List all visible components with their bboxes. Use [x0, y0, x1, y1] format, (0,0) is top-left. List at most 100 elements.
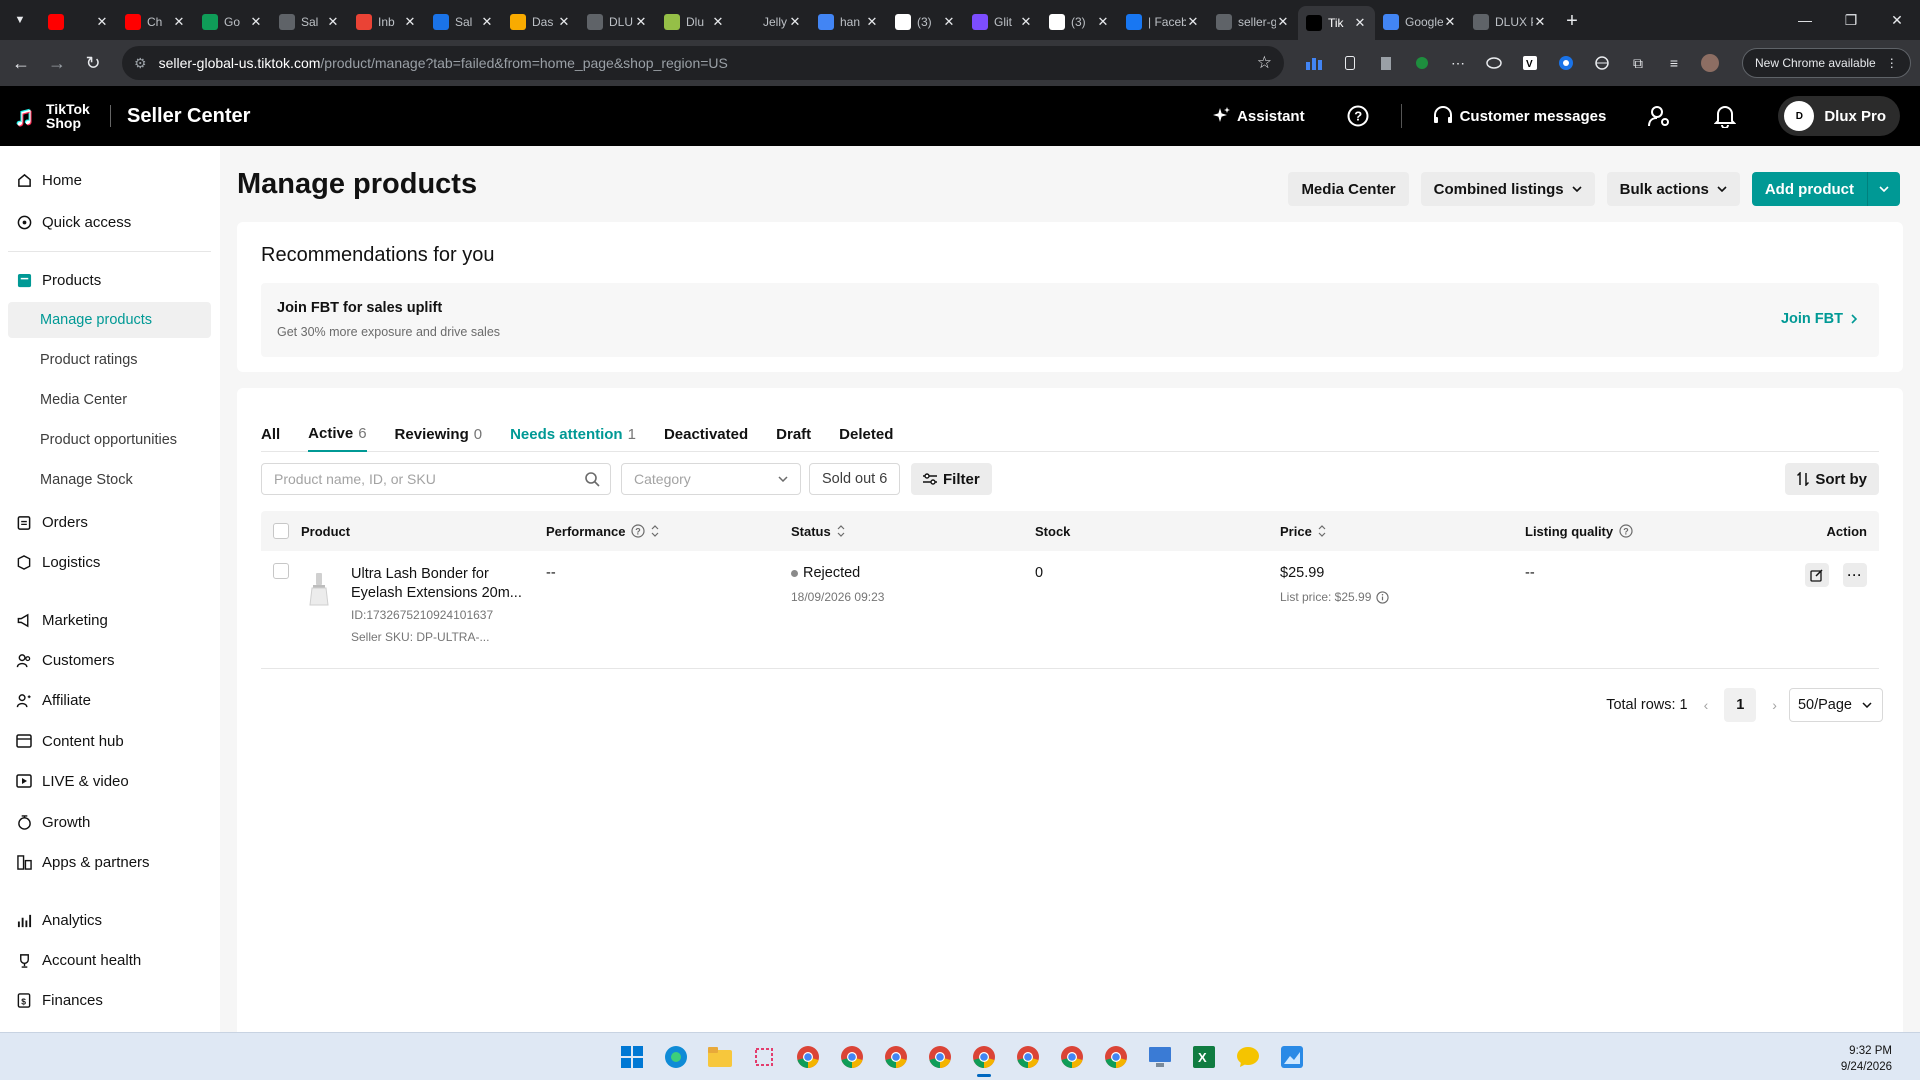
customer-messages-button[interactable]: Customer messages — [1412, 105, 1627, 127]
page-size-select[interactable]: 50/Page — [1788, 688, 1883, 722]
taskbar-chrome-active-icon[interactable] — [968, 1041, 1000, 1077]
tab-active[interactable]: Active 6 — [308, 413, 367, 452]
sidebar-item-live-video[interactable]: LIVE & video — [8, 763, 211, 799]
page-number-button[interactable]: 1 — [1724, 688, 1757, 722]
user-management-button[interactable] — [1641, 104, 1677, 128]
sidebar-item-growth[interactable]: Growth — [8, 804, 211, 840]
sidebar-item-account-health[interactable]: Account health — [8, 942, 211, 978]
extension-leaf-icon[interactable] — [1404, 48, 1440, 78]
close-tab-icon[interactable]: ✕ — [249, 14, 263, 30]
site-info-icon[interactable]: ⚙ — [134, 55, 147, 72]
select-all-checkbox[interactable] — [273, 523, 289, 539]
bulk-actions-button[interactable]: Bulk actions — [1606, 172, 1740, 206]
browser-tab[interactable]: | Facebo✕ — [1118, 6, 1208, 38]
tab-search-button[interactable]: ▼ — [0, 0, 40, 40]
taskbar-snipping-tool-icon[interactable] — [748, 1041, 780, 1073]
close-tab-icon[interactable]: ✕ — [557, 14, 571, 30]
sidebar-item-content-hub[interactable]: Content hub — [8, 723, 211, 759]
media-center-button[interactable]: Media Center — [1288, 172, 1409, 206]
info-circle-icon[interactable]: ? — [631, 524, 646, 538]
info-circle-icon[interactable]: ? — [1619, 524, 1633, 538]
extension-file-icon[interactable] — [1368, 48, 1404, 78]
tab-needs-attention[interactable]: Needs attention 1 — [510, 413, 636, 452]
add-product-button[interactable]: Add product — [1751, 172, 1867, 206]
taskbar-chrome-profile-3-icon[interactable] — [880, 1041, 912, 1073]
browser-tab[interactable]: Go ✕ — [194, 6, 271, 38]
tab-deactivated[interactable]: Deactivated — [664, 413, 748, 452]
sidebar-item-manage-products[interactable]: Manage products — [8, 302, 211, 338]
taskbar-excel-icon[interactable]: X — [1188, 1041, 1220, 1073]
search-icon[interactable] — [584, 471, 600, 487]
table-row[interactable]: Ultra Lash Bonder for Eyelash Extensions… — [261, 551, 1879, 669]
sold-out-filter-chip[interactable]: Sold out 6 — [809, 463, 901, 495]
notifications-button[interactable] — [1707, 104, 1743, 128]
sidebar-item-orders[interactable]: Orders — [8, 504, 211, 540]
join-fbt-link[interactable]: Join FBT — [1781, 311, 1857, 327]
sidebar-item-analytics[interactable]: Analytics — [8, 902, 211, 938]
sidebar-item-logistics[interactable]: Logistics — [8, 544, 211, 580]
forward-button[interactable]: → — [42, 48, 72, 78]
more-actions-button[interactable]: ··· — [1843, 563, 1867, 587]
tab-draft[interactable]: Draft — [776, 413, 811, 452]
sidebar-item-products[interactable]: Products — [8, 262, 211, 298]
browser-tab[interactable]: Glit ✕ — [964, 6, 1041, 38]
close-tab-icon[interactable]: ✕ — [1533, 14, 1547, 30]
next-page-button[interactable]: › — [1772, 697, 1777, 713]
sidebar-item-marketing[interactable]: Marketing — [8, 602, 211, 638]
combined-listings-button[interactable]: Combined listings — [1420, 172, 1595, 206]
taskbar-chrome-profile-1-icon[interactable] — [792, 1041, 824, 1073]
sidebar-item-quick-access[interactable]: Quick access — [8, 204, 211, 240]
taskbar-chrome-profile-4-icon[interactable] — [924, 1041, 956, 1073]
browser-tab[interactable]: ✕ — [40, 6, 117, 38]
close-tab-icon[interactable]: ✕ — [480, 14, 494, 30]
column-price[interactable]: Price — [1280, 511, 1326, 551]
account-menu-button[interactable]: D Dlux Pro — [1778, 96, 1900, 136]
sort-by-button[interactable]: Sort by — [1785, 463, 1879, 495]
restore-button[interactable]: ❐ — [1828, 0, 1874, 40]
bookmark-star-icon[interactable]: ☆ — [1257, 53, 1272, 73]
new-tab-button[interactable]: + — [1555, 10, 1589, 33]
product-name[interactable]: Ultra Lash Bonder for Eyelash Extensions… — [351, 565, 541, 603]
taskbar-remote-desktop-icon[interactable] — [1144, 1041, 1176, 1073]
close-tab-icon[interactable]: ✕ — [403, 14, 417, 30]
category-select[interactable]: Category — [621, 463, 801, 495]
system-clock[interactable]: 9:32 PM 9/24/2026 — [1841, 1043, 1892, 1075]
close-tab-icon[interactable]: ✕ — [1443, 14, 1457, 30]
close-tab-icon[interactable]: ✕ — [942, 14, 956, 30]
taskbar-chrome-profile-7-icon[interactable] — [1100, 1041, 1132, 1073]
extensions-puzzle-icon[interactable]: ⧉ — [1620, 48, 1656, 78]
sidebar-item-home[interactable]: Home — [8, 162, 211, 198]
add-product-dropdown-button[interactable] — [1867, 172, 1900, 206]
browser-tab[interactable]: Sal ✕ — [271, 6, 348, 38]
browser-tab[interactable]: seller-g ✕ — [1208, 6, 1298, 38]
extension-v-icon[interactable]: V — [1512, 48, 1548, 78]
browser-tab[interactable]: Ch ✕ — [117, 6, 194, 38]
close-tab-icon[interactable]: ✕ — [634, 14, 648, 30]
sidebar-item-customers[interactable]: Customers — [8, 642, 211, 678]
tab-reviewing[interactable]: Reviewing 0 — [395, 413, 483, 452]
profile-avatar-icon[interactable] — [1692, 48, 1728, 78]
sort-arrows-icon[interactable] — [651, 525, 659, 537]
sort-arrows-icon[interactable] — [1318, 525, 1326, 537]
sidebar-item-product-ratings[interactable]: Product ratings — [8, 342, 211, 378]
omnibox[interactable]: ⚙ seller-global-us.tiktok.com/product/ma… — [122, 46, 1284, 80]
extension-phone-icon[interactable] — [1332, 48, 1368, 78]
close-tab-icon[interactable]: ✕ — [711, 14, 725, 30]
sort-arrows-icon[interactable] — [837, 525, 845, 537]
back-button[interactable]: ← — [6, 48, 36, 78]
close-tab-icon[interactable]: ✕ — [1096, 14, 1110, 30]
close-tab-icon[interactable]: ✕ — [1186, 14, 1200, 30]
browser-tab[interactable]: Inb ✕ — [348, 6, 425, 38]
column-performance[interactable]: Performance ? — [546, 511, 659, 551]
previous-page-button[interactable]: ‹ — [1704, 697, 1709, 713]
taskbar-chrome-profile-2-icon[interactable] — [836, 1041, 868, 1073]
extension-gear-icon[interactable] — [1548, 48, 1584, 78]
assistant-button[interactable]: Assistant — [1193, 107, 1325, 125]
browser-tab[interactable]: Jelly ✕ — [733, 6, 810, 38]
taskbar-file-explorer-icon[interactable] — [704, 1041, 736, 1073]
minimize-button[interactable]: — — [1782, 0, 1828, 40]
sidebar-item-media-center[interactable]: Media Center — [8, 382, 211, 418]
taskbar-chrome-profile-5-icon[interactable] — [1012, 1041, 1044, 1073]
close-tab-icon[interactable]: ✕ — [1019, 14, 1033, 30]
reload-button[interactable]: ↻ — [78, 48, 108, 78]
